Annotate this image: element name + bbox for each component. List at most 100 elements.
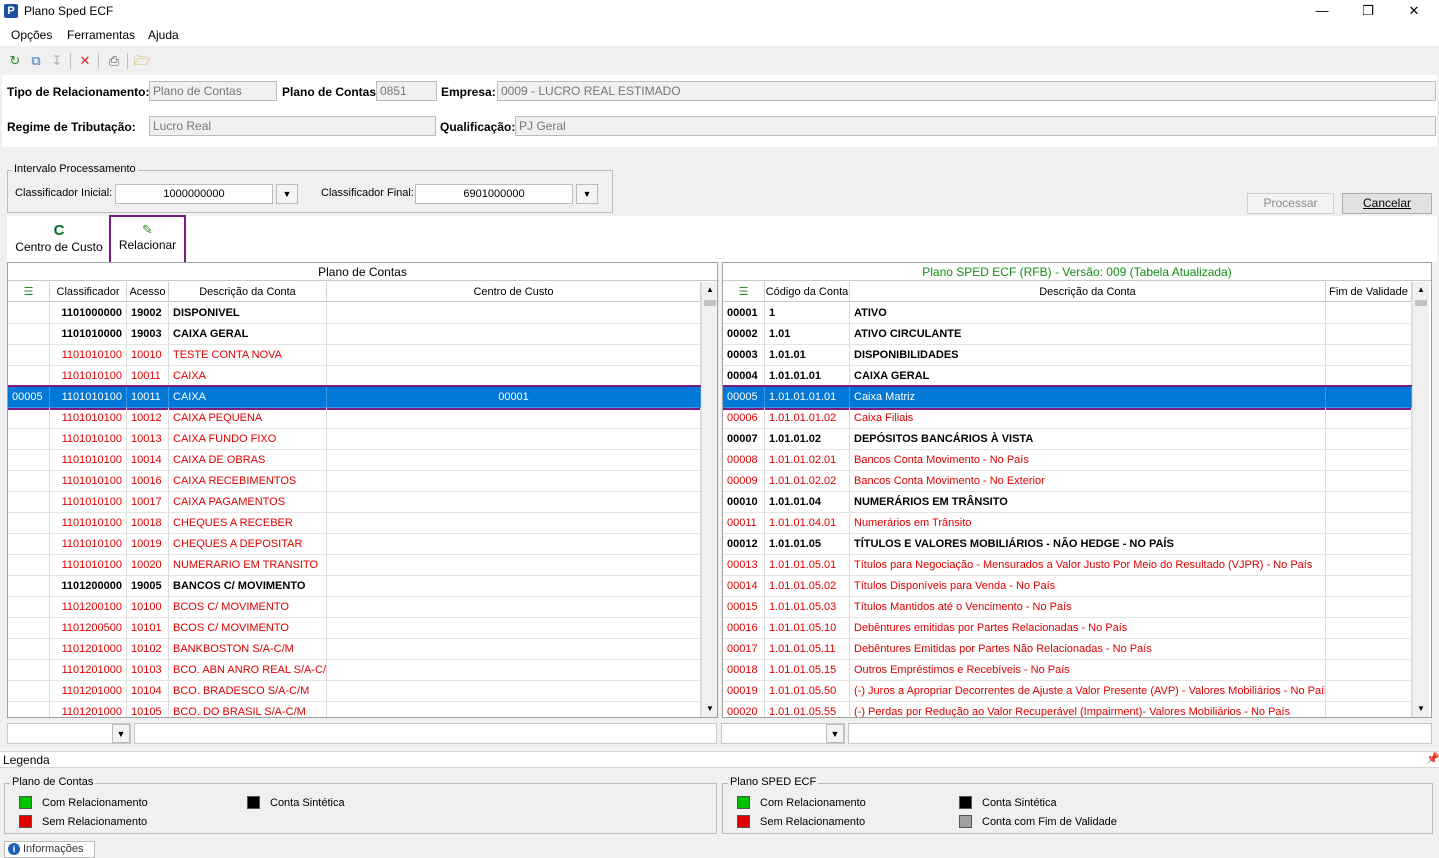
- table-row[interactable]: 1101201000 10105 BCO. DO BRASIL S/A-C/M: [8, 702, 701, 717]
- table-row[interactable]: 00006 1.01.01.01.02 Caixa Filiais: [723, 408, 1412, 429]
- scroll-up-icon[interactable]: ▲: [1413, 282, 1429, 298]
- table-row[interactable]: 1101201000 10103 BCO. ABN ANRO REAL S/A-C/…: [8, 660, 701, 681]
- left-filter-dropdown[interactable]: ▼: [112, 724, 130, 743]
- table-row[interactable]: 00019 1.01.01.05.50 (-) Juros a Apropriar …: [723, 681, 1412, 702]
- table-row[interactable]: 00020 1.01.01.05.55 (-) Perdas por Redução…: [723, 702, 1412, 717]
- scroll-thumb[interactable]: [1415, 300, 1427, 306]
- selected-table-row[interactable]: 00005 1101010100 10011 CAIXA 00001: [8, 385, 703, 410]
- menu-ajuda[interactable]: Ajuda: [148, 28, 179, 42]
- selected-table-row[interactable]: 00005 1.01.01.01.01 Caixa Matriz: [723, 385, 1414, 410]
- col-header-centro-custo[interactable]: Centro de Custo: [327, 282, 701, 302]
- classificador-cell: 1101200000: [50, 576, 127, 597]
- print-icon[interactable]: ⎙: [105, 52, 123, 70]
- processar-button[interactable]: Processar: [1247, 193, 1334, 214]
- table-row[interactable]: 00015 1.01.01.05.03 Títulos Mantidos até o…: [723, 597, 1412, 618]
- classificador-inicial-dropdown[interactable]: ▼: [276, 184, 298, 204]
- scroll-down-icon[interactable]: ▼: [1413, 701, 1429, 717]
- minimize-button[interactable]: —: [1299, 0, 1345, 24]
- column-selector-icon[interactable]: ☰: [8, 282, 50, 302]
- scroll-down-icon[interactable]: ▼: [702, 701, 717, 717]
- column-selector-icon[interactable]: ☰: [723, 282, 765, 302]
- col-header-fim-validade[interactable]: Fim de Validade: [1326, 282, 1412, 302]
- table-row[interactable]: 1101010100 10018 CHEQUES A RECEBER: [8, 513, 701, 534]
- table-row[interactable]: 1101000000 19002 DISPONIVEL: [8, 303, 701, 324]
- table-row[interactable]: 1101010100 10013 CAIXA FUNDO FIXO: [8, 429, 701, 450]
- scroll-thumb[interactable]: [704, 300, 716, 306]
- right-filter-dropdown[interactable]: ▼: [826, 724, 844, 743]
- copy-icon[interactable]: ⧉: [27, 52, 45, 70]
- table-row[interactable]: 00017 1.01.01.05.11 Debêntures Emitidas po…: [723, 639, 1412, 660]
- menu-opcoes[interactable]: Opções: [11, 28, 52, 42]
- table-row[interactable]: 00009 1.01.01.02.02 Bancos Conta Movimento…: [723, 471, 1412, 492]
- table-row[interactable]: 1101010100 10011 CAIXA: [8, 366, 701, 387]
- classificador-final-input[interactable]: 6901000000: [415, 184, 573, 204]
- plano-contas-field[interactable]: 0851: [376, 81, 437, 101]
- empresa-field[interactable]: 0009 - LUCRO REAL ESTIMADO: [497, 81, 1436, 101]
- table-row[interactable]: 00018 1.01.01.05.15 Outros Empréstimos e R…: [723, 660, 1412, 681]
- table-row[interactable]: 1101010100 10019 CHEQUES A DEPOSITAR: [8, 534, 701, 555]
- table-row[interactable]: 1101200100 10100 BCOS C/ MOVIMENTO: [8, 597, 701, 618]
- restore-button[interactable]: ❐: [1345, 0, 1391, 24]
- table-row[interactable]: 1101201000 10104 BCO. BRADESCO S/A-C/M: [8, 681, 701, 702]
- table-row[interactable]: 00001 1 ATIVO: [723, 303, 1412, 324]
- centro-custo-cell: [327, 366, 701, 387]
- row-number: 00014: [723, 576, 765, 597]
- descricao-cell: BCO. ABN ANRO REAL S/A-C/M: [169, 660, 327, 681]
- classificador-final-dropdown[interactable]: ▼: [576, 184, 598, 204]
- cancelar-button[interactable]: Cancelar: [1342, 193, 1432, 214]
- col-header-descricao-conta[interactable]: Descrição da Conta: [850, 282, 1326, 302]
- table-row[interactable]: 00012 1.01.01.05 TÍTULOS E VALORES MOBILIÁ…: [723, 534, 1412, 555]
- table-row[interactable]: 00002 1.01 ATIVO CIRCULANTE: [723, 324, 1412, 345]
- left-filter-input[interactable]: [134, 723, 717, 744]
- col-header-classificador[interactable]: Classificador: [50, 282, 127, 302]
- table-row[interactable]: 1101010100 10010 TESTE CONTA NOVA: [8, 345, 701, 366]
- open-folder-icon[interactable]: 🗁: [133, 52, 151, 70]
- regime-tributacao-field[interactable]: Lucro Real: [149, 116, 436, 136]
- row-number: 00019: [723, 681, 765, 702]
- table-row[interactable]: 00016 1.01.01.05.10 Debêntures emitidas po…: [723, 618, 1412, 639]
- table-row[interactable]: 00010 1.01.01.04 NUMERÁRIOS EM TRÂNSITO: [723, 492, 1412, 513]
- centro-custo-button[interactable]: C Centro de Custo: [10, 218, 108, 262]
- table-row[interactable]: 1101010100 10020 NUMERARIO EM TRANSITO: [8, 555, 701, 576]
- col-header-acesso[interactable]: Acesso: [127, 282, 169, 302]
- table-row[interactable]: 1101010100 10017 CAIXA PAGAMENTOS: [8, 492, 701, 513]
- refresh-icon[interactable]: ↻: [6, 52, 24, 70]
- right-filter-input[interactable]: [848, 723, 1432, 744]
- table-row[interactable]: 1101200500 10101 BCOS C/ MOVIMENTO: [8, 618, 701, 639]
- table-row[interactable]: 00013 1.01.01.05.01 Títulos para Negociaçã…: [723, 555, 1412, 576]
- close-window-button[interactable]: ✕: [1391, 0, 1437, 24]
- table-row[interactable]: 1101010000 19003 CAIXA GERAL: [8, 324, 701, 345]
- col-header-descricao[interactable]: Descrição da Conta: [169, 282, 327, 302]
- legend-label-conta-sintetica: Conta Sintética: [270, 797, 345, 809]
- descricao-cell: CAIXA GERAL: [169, 324, 327, 345]
- descricao-conta-cell: Bancos Conta Movimento - No País: [850, 450, 1326, 471]
- left-grid-scrollbar[interactable]: ▲ ▼: [701, 282, 717, 717]
- table-row[interactable]: 1101201000 10102 BANKBOSTON S/A-C/M: [8, 639, 701, 660]
- row-number: [8, 576, 50, 597]
- scroll-up-icon[interactable]: ▲: [702, 282, 717, 298]
- tipo-relacionamento-field[interactable]: Plano de Contas: [149, 81, 277, 101]
- right-grid-scrollbar[interactable]: ▲ ▼: [1412, 282, 1429, 717]
- menu-ferramentas[interactable]: Ferramentas: [67, 28, 135, 42]
- delete-icon[interactable]: ✕: [76, 52, 94, 70]
- download-icon[interactable]: ↧: [48, 52, 66, 70]
- col-header-codigo-conta[interactable]: Código da Conta: [765, 282, 850, 302]
- qualificacao-field[interactable]: PJ Geral: [515, 116, 1436, 136]
- table-row[interactable]: 1101200000 19005 BANCOS C/ MOVIMENTO: [8, 576, 701, 597]
- table-row[interactable]: 00008 1.01.01.02.01 Bancos Conta Movimento…: [723, 450, 1412, 471]
- table-row[interactable]: 00004 1.01.01.01 CAIXA GERAL: [723, 366, 1412, 387]
- table-row[interactable]: 1101010100 10016 CAIXA RECEBIMENTOS: [8, 471, 701, 492]
- row-number: 00011: [723, 513, 765, 534]
- table-row[interactable]: 00014 1.01.01.05.02 Títulos Disponíveis pa…: [723, 576, 1412, 597]
- table-row[interactable]: 1101010100 10014 CAIXA DE OBRAS: [8, 450, 701, 471]
- legend-label-com-relacionamento: Com Relacionamento: [42, 797, 148, 809]
- table-row[interactable]: 00011 1.01.01.04.01 Numerários em Trânsito: [723, 513, 1412, 534]
- table-row[interactable]: 00003 1.01.01 DISPONIBILIDADES: [723, 345, 1412, 366]
- table-row[interactable]: 1101010100 10012 CAIXA PEQUENA: [8, 408, 701, 429]
- classificador-inicial-input[interactable]: 1000000000: [115, 184, 273, 204]
- chevron-down-icon: ▼: [116, 729, 126, 739]
- pin-icon[interactable]: 📌: [1426, 752, 1439, 765]
- table-row[interactable]: 00007 1.01.01.02 DEPÓSITOS BANCÁRIOS À VIS…: [723, 429, 1412, 450]
- relacionar-button[interactable]: ✎ Relacionar: [109, 215, 186, 265]
- centro-custo-cell: [327, 681, 701, 702]
